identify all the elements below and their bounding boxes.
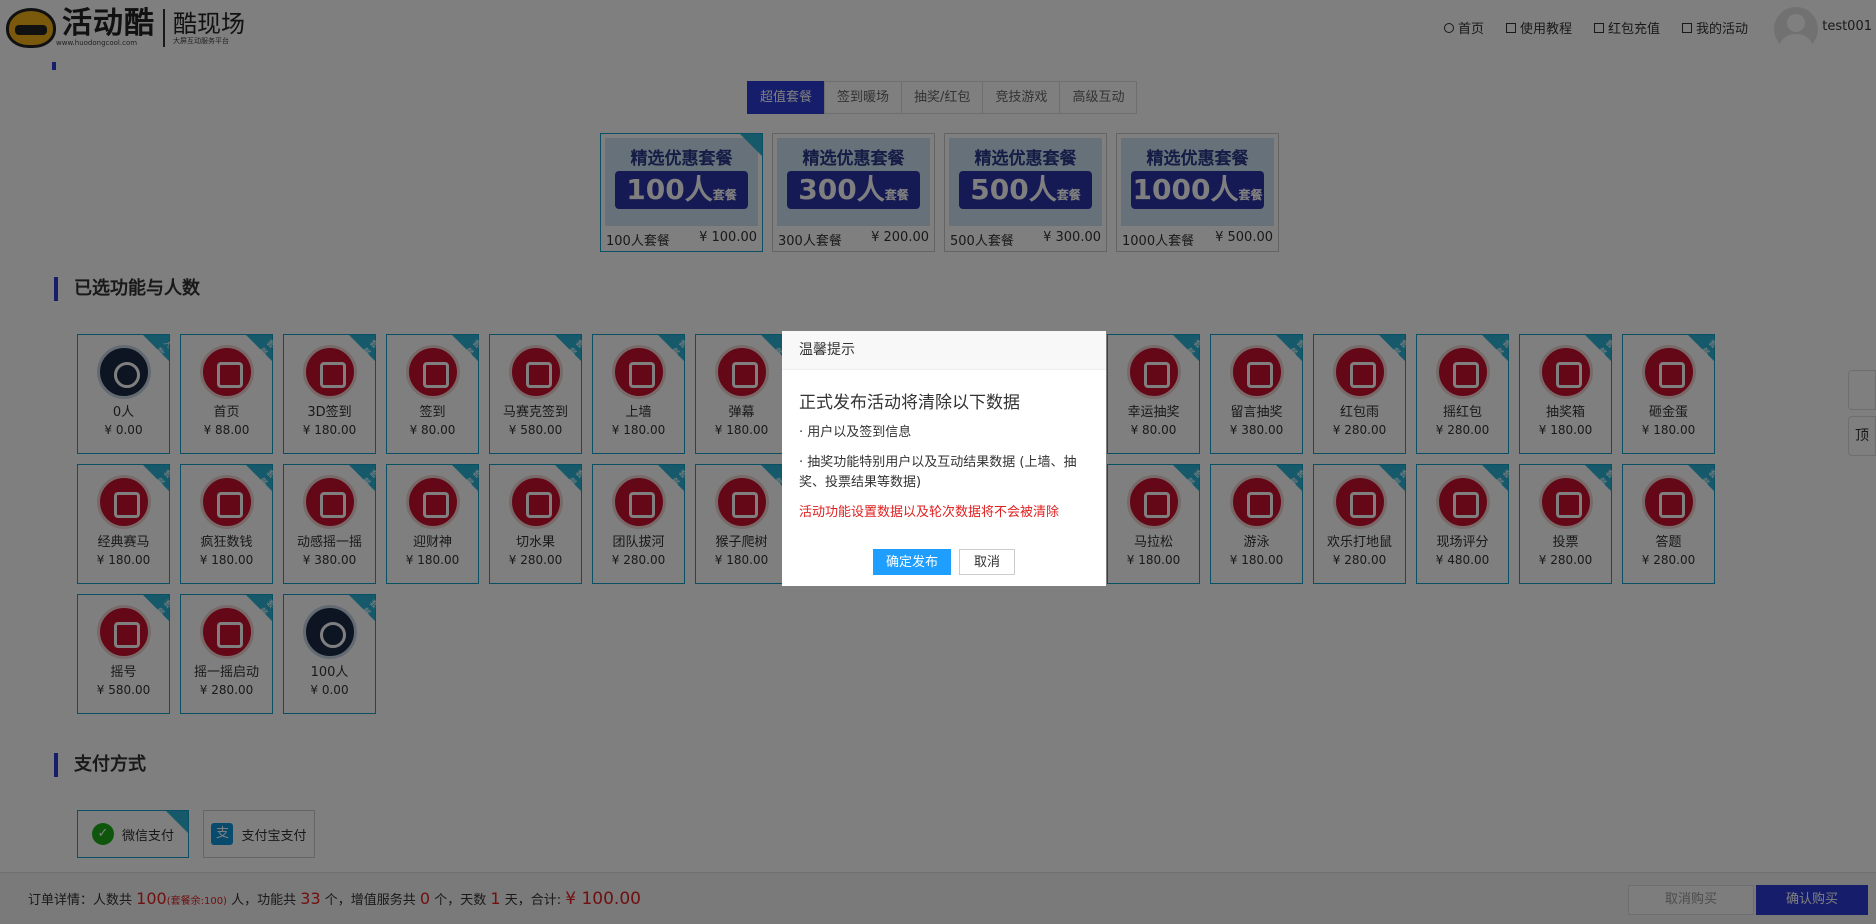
confirm-publish-button[interactable]: 确定发布 — [873, 549, 951, 575]
dialog-title: 正式发布活动将清除以下数据 — [799, 393, 1020, 413]
dialog-buttons: 确定发布 取消 — [782, 549, 1106, 575]
dialog-cancel-button[interactable]: 取消 — [959, 549, 1015, 575]
dialog-header: 温馨提示 — [782, 331, 1106, 370]
dialog-line: · 用户以及签到信息 — [799, 425, 912, 440]
dialog-warning: 活动功能设置数据以及轮次数据将不会被清除 — [799, 505, 1060, 520]
dialog-body: 正式发布活动将清除以下数据 · 用户以及签到信息 · 抽奖功能特别用户以及互动结… — [782, 370, 1106, 523]
publish-confirm-dialog: 温馨提示 正式发布活动将清除以下数据 · 用户以及签到信息 · 抽奖功能特别用户… — [782, 331, 1106, 586]
dialog-line: · 抽奖功能特别用户以及互动结果数据 (上墙、抽奖、投票结果等数据) — [799, 455, 1077, 490]
